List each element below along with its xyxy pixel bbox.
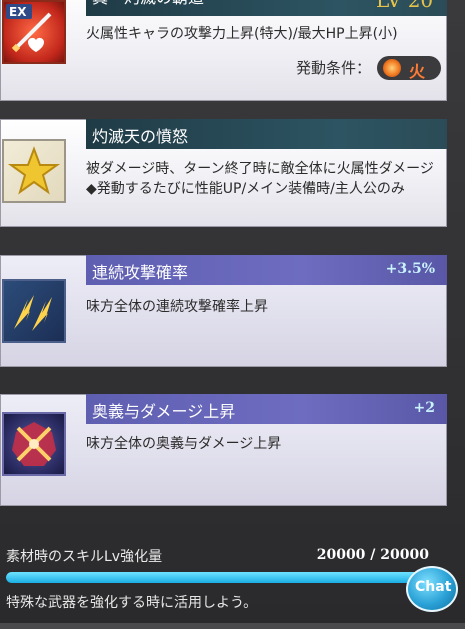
skill-header: 連続攻撃確率 +3.5% [86,255,447,285]
enhancement-label: 素材時のスキルLv強化量 [6,549,163,565]
condition-label: 発動条件： [295,59,371,77]
skill-card-wrath[interactable]: 灼滅天の憤怒 被ダメージ時、ターン終了時に敵全体に火属性ダメージ ◆発動するたび… [0,119,448,227]
ex-sword-heart-icon: EX [2,0,66,64]
crossed-swords-svg [12,422,56,466]
bottom-tab-strip [0,623,465,629]
fire-element-icon [383,59,401,77]
skill-level: LV 20 [376,0,434,12]
skill-title: 灼滅天の憤怒 [92,127,189,146]
crossed-swords-icon [2,412,66,476]
skill-bonus: +2 [413,400,435,416]
enhancement-progress-fill [6,572,426,583]
star-icon [2,139,66,203]
skill-card-ex[interactable]: 真・灼滅の覇道 LV 20 EX 火属性キャラの攻撃力上昇(特大)/最大HP上昇… [0,0,447,101]
sword-heart-svg: EX [6,4,52,53]
skill-card-multiattack[interactable]: 連続攻撃確率 +3.5% 味方全体の連続攻撃確率上昇 [0,255,447,367]
skill-description: 火属性キャラの攻撃力上昇(特大)/最大HP上昇(小) [86,26,398,42]
skill-card-ougi[interactable]: 奥義与ダメージ上昇 +2 味方全体の奥義与ダメージ上昇 [0,394,447,506]
skill-title: 連続攻撃確率 [92,263,189,282]
skill-description: 味方全体の奥義与ダメージ上昇 [86,436,282,452]
chat-label: Chat [415,579,452,595]
enhancement-value: 20000 / 20000 [316,547,429,563]
skill-description: 味方全体の連続攻撃確率上昇 [86,299,268,315]
enhancement-hint: 特殊な武器を強化する時に活用しよう。 [6,595,258,611]
skill-header: 奥義与ダメージ上昇 +2 [86,394,447,424]
skill-description: 被ダメージ時、ターン終了時に敵全体に火属性ダメージ ◆発動するたびに性能UP/メ… [86,161,448,197]
skill-title: 奥義与ダメージ上昇 [92,402,236,421]
skill-header: 灼滅天の憤怒 [86,119,447,149]
skill-bonus: +3.5% [385,261,435,277]
star-svg [7,146,61,195]
condition-element-text: 火 [409,62,426,81]
skill-title: 真・灼滅の覇道 [92,0,204,8]
condition-element-badge: 火 [377,56,441,81]
enhancement-progress-bar [6,572,426,583]
lightning-svg [14,295,52,331]
lightning-icon [2,279,66,343]
chat-button[interactable]: Chat [406,566,458,612]
ex-badge-text: EX [9,5,27,19]
